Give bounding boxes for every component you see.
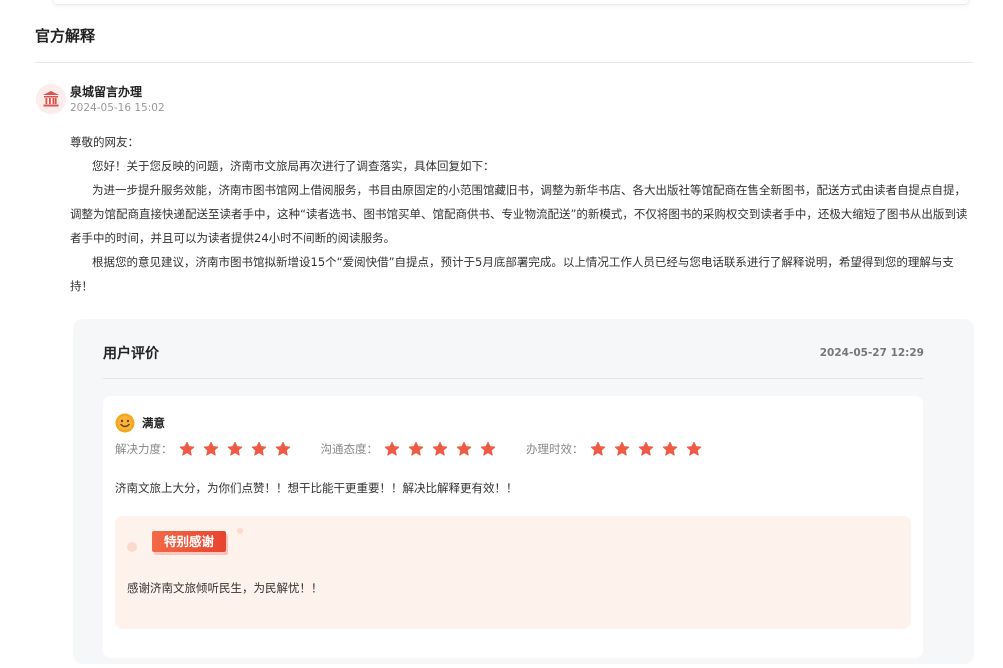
reply-timestamp: 2024-05-16 15:02 (70, 102, 165, 114)
review-divider (103, 378, 923, 379)
section-title: 官方解释 (35, 27, 96, 45)
previous-card-edge (52, 0, 970, 5)
satisfaction-row: 满意 (115, 413, 165, 433)
star-rating (384, 441, 504, 457)
section-divider (35, 62, 973, 63)
rating-label: 解决力度： (115, 442, 173, 456)
user-review-panel: 用户评价 2024-05-27 12:29 满意 解决力度： 沟通态度： 办理时… (73, 319, 974, 664)
star-icon (480, 441, 496, 456)
special-thanks-box: 特别感谢 感谢济南文旅倾听民生，为民解忧！！ (115, 516, 911, 629)
star-icon (179, 441, 194, 456)
rating-label: 沟通态度： (320, 442, 379, 456)
satisfaction-label: 满意 (142, 416, 165, 430)
reply-paragraph: 您好！关于您反映的问题，济南市文旅局再次进行了调查落实，具体回复如下： (92, 159, 495, 173)
star-icon (432, 441, 448, 456)
smile-face-icon (115, 413, 135, 433)
reply-body: 尊敬的网友： 您好！关于您反映的问题，济南市文旅局再次进行了调查落实，具体回复如… (70, 130, 974, 298)
rating-communication: 沟通态度： (321, 441, 505, 457)
star-icon (662, 441, 677, 456)
star-rating (179, 441, 299, 457)
decorative-dot (127, 542, 137, 552)
star-icon (227, 441, 242, 456)
star-rating (590, 441, 710, 457)
special-thanks-badge: 特别感谢 (152, 531, 227, 552)
star-icon (590, 441, 605, 456)
star-icon (251, 441, 266, 456)
star-icon (384, 441, 400, 456)
review-timestamp: 2024-05-27 12:29 (819, 347, 924, 359)
star-icon (456, 441, 472, 456)
rating-timeliness: 办理时效： (526, 441, 710, 457)
ratings-row: 解决力度： 沟通态度： 办理时效： (115, 441, 732, 457)
reply-paragraph: 根据您的意见建议，济南市图书馆拟新增设15个“爱阅快借”自提点，预计于5月底部署… (70, 255, 954, 293)
decorative-dot (237, 528, 243, 534)
org-name: 泉城留言办理 (70, 85, 143, 99)
review-title: 用户评价 (103, 346, 159, 362)
reply-paragraph: 为进一步提升服务效能，济南市图书馆网上借阅服务，书目由原固定的小范围馆藏旧书，调… (70, 183, 968, 245)
star-icon (275, 441, 290, 456)
review-card: 满意 解决力度： 沟通态度： 办理时效： 济南文旅上大分，为你们点赞！！想干比能… (103, 396, 923, 658)
rating-label: 办理时效： (526, 442, 584, 456)
reply-greeting: 尊敬的网友： (70, 135, 139, 149)
government-building-icon (43, 91, 59, 107)
rating-solve: 解决力度： (115, 441, 299, 457)
star-icon (638, 441, 653, 456)
thanks-text: 感谢济南文旅倾听民生，为民解忧！！ (127, 581, 323, 595)
org-avatar (36, 84, 66, 114)
star-icon (203, 441, 218, 456)
star-icon (408, 441, 424, 456)
review-comment: 济南文旅上大分，为你们点赞！！想干比能干更重要！！解决比解释更有效！！ (115, 481, 518, 495)
star-icon (686, 441, 701, 456)
star-icon (614, 441, 629, 456)
